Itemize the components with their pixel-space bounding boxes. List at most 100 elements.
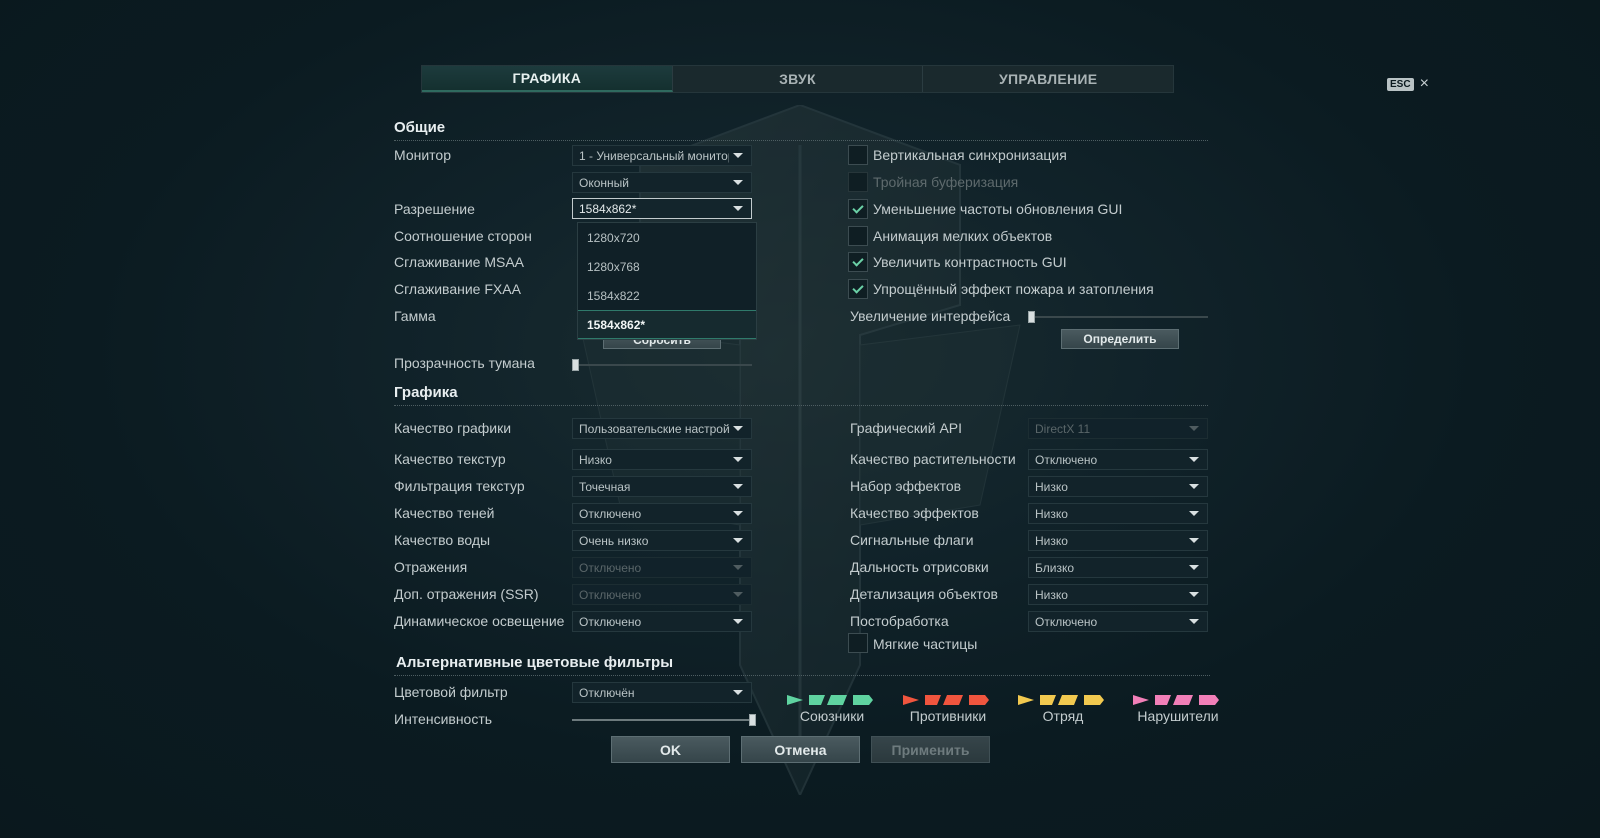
tab-sound[interactable]: ЗВУК (673, 66, 924, 92)
tab-controls[interactable]: УПРАВЛЕНИЕ (923, 66, 1173, 92)
esc-key-badge: ESC (1387, 77, 1414, 91)
resolution-option[interactable]: 1280x720 (578, 223, 756, 252)
left-setting-dropdown[interactable]: Низко (572, 449, 752, 470)
chevron-down-icon (1189, 592, 1199, 597)
cancel-button[interactable]: Отмена (741, 736, 860, 763)
left-setting-dropdown[interactable]: Точечная (572, 476, 752, 497)
right-setting-dropdown[interactable]: Низко (1028, 584, 1208, 605)
section-divider (394, 405, 1208, 406)
chevron-down-icon (1189, 484, 1199, 489)
monitor-label: Монитор (394, 147, 451, 163)
left-setting-dropdown[interactable]: Отключено (572, 611, 752, 632)
aspect-ratio-label: Соотношение сторон (394, 228, 532, 244)
color-filter-group-label: Отряд (1042, 708, 1084, 724)
slider-handle[interactable] (572, 359, 579, 371)
right-setting-dropdown[interactable]: Отключено (1028, 449, 1208, 470)
vsync-checkbox[interactable] (848, 145, 868, 165)
chevron-down-icon (733, 538, 743, 543)
left-setting-label: Качество теней (394, 505, 495, 521)
resolution-option-selected[interactable]: 1584x862* (578, 310, 756, 339)
resolution-dropdown[interactable]: 1584x862* (572, 198, 752, 219)
right-setting-dropdown[interactable]: DirectX 11 (1028, 418, 1208, 439)
msaa-label: Сглаживание MSAA (394, 254, 525, 270)
slider-handle[interactable] (749, 714, 756, 726)
triple-buffering-checkbox[interactable] (848, 172, 868, 192)
right-setting-label: Качество растительности (850, 451, 1016, 467)
left-setting-label: Фильтрация текстур (394, 478, 525, 494)
left-setting-label: Качество воды (394, 532, 491, 548)
monitor-dropdown[interactable]: 1 - Универсальный монитор PnP (572, 145, 752, 166)
right-setting-dropdown[interactable]: Близко (1028, 557, 1208, 578)
left-setting-label: Качество текстур (394, 451, 506, 467)
chevron-down-icon (1189, 457, 1199, 462)
soft-particles-checkbox[interactable] (848, 633, 868, 653)
left-setting-dropdown[interactable]: Отключено (572, 557, 752, 578)
chevron-down-icon (733, 565, 743, 570)
right-setting-dropdown[interactable]: Низко (1028, 503, 1208, 524)
resolution-label: Разрешение (394, 201, 475, 217)
resolution-option[interactable]: 1584x822 (578, 281, 756, 310)
apply-button[interactable]: Применить (871, 736, 990, 763)
chevron-down-icon (1189, 511, 1199, 516)
chevron-down-icon (733, 206, 743, 211)
chevron-down-icon (733, 457, 743, 462)
slider-handle[interactable] (1028, 311, 1035, 323)
ok-button[interactable]: OK (611, 736, 730, 763)
right-setting-label: Графический API (850, 420, 963, 436)
ui-scale-slider[interactable] (1028, 311, 1208, 323)
color-filter-label: Цветовой фильтр (394, 684, 508, 700)
resolution-option[interactable]: 1280x768 (578, 252, 756, 281)
right-setting-label: Детализация объектов (850, 586, 998, 602)
color-filter-group-label: Нарушители (1137, 708, 1219, 724)
simplified-fire-checkbox[interactable] (848, 279, 868, 299)
section-title-graphics: Графика (394, 384, 458, 401)
right-setting-dropdown[interactable]: Низко (1028, 476, 1208, 497)
left-setting-dropdown[interactable]: Отключено (572, 584, 752, 605)
gui-contrast-checkbox[interactable] (848, 252, 868, 272)
display-mode-dropdown[interactable]: Оконный (572, 172, 752, 193)
chevron-down-icon (733, 511, 743, 516)
section-divider (394, 675, 1210, 676)
ship-marker-icons (787, 695, 873, 705)
small-objects-animation-checkbox[interactable] (848, 226, 868, 246)
chevron-down-icon (733, 426, 743, 431)
checkmark-icon (852, 281, 864, 294)
ship-marker-icons (1018, 695, 1104, 705)
ui-scale-label: Увеличение интерфейса (850, 308, 1011, 324)
right-setting-label: Набор эффектов (850, 478, 962, 494)
chevron-down-icon (1189, 565, 1199, 570)
right-setting-dropdown[interactable]: Низко (1028, 530, 1208, 551)
left-setting-label: Динамическое освещение (394, 613, 565, 629)
left-setting-label: Отражения (394, 559, 468, 575)
section-title-general: Общие (394, 119, 446, 136)
color-filter-dropdown[interactable]: Отключён (572, 682, 752, 703)
section-title-color-filters: Альтернативные цветовые фильтры (396, 654, 674, 671)
right-setting-label: Дальность отрисовки (850, 559, 989, 575)
color-filter-group-label: Союзники (799, 708, 865, 724)
left-setting-dropdown[interactable]: Отключено (572, 503, 752, 524)
chevron-down-icon (1189, 426, 1199, 431)
right-setting-dropdown[interactable]: Отключено (1028, 611, 1208, 632)
detect-button[interactable]: Определить (1061, 329, 1179, 349)
color-filter-group-label: Противники (909, 708, 987, 724)
fxaa-label: Сглаживание FXAA (394, 281, 521, 297)
gui-contrast-label: Увеличить контрастность GUI (873, 254, 1067, 270)
soft-particles-label: Мягкие частицы (873, 636, 978, 652)
chevron-down-icon (733, 153, 743, 158)
left-setting-dropdown[interactable]: Очень низко (572, 530, 752, 551)
ship-marker-icons (903, 695, 989, 705)
checkmark-icon (852, 201, 864, 214)
section-divider (394, 140, 1208, 141)
close-button[interactable]: ESC × (1387, 76, 1429, 92)
small-objects-animation-label: Анимация мелких объектов (873, 228, 1053, 244)
gui-refresh-checkbox[interactable] (848, 199, 868, 219)
resolution-options-list: 1280x720 1280x768 1584x822 1584x862* (577, 222, 757, 340)
tab-graphics[interactable]: ГРАФИКА (422, 66, 673, 92)
fog-transparency-slider[interactable] (572, 359, 752, 371)
fog-transparency-label: Прозрачность тумана (394, 355, 535, 371)
left-setting-dropdown[interactable]: Пользовательские настройки (572, 418, 752, 439)
left-setting-label: Качество графики (394, 420, 512, 436)
triple-buffering-label: Тройная буферизация (873, 174, 1019, 190)
right-setting-label: Качество эффектов (850, 505, 979, 521)
intensity-slider[interactable] (572, 714, 756, 726)
